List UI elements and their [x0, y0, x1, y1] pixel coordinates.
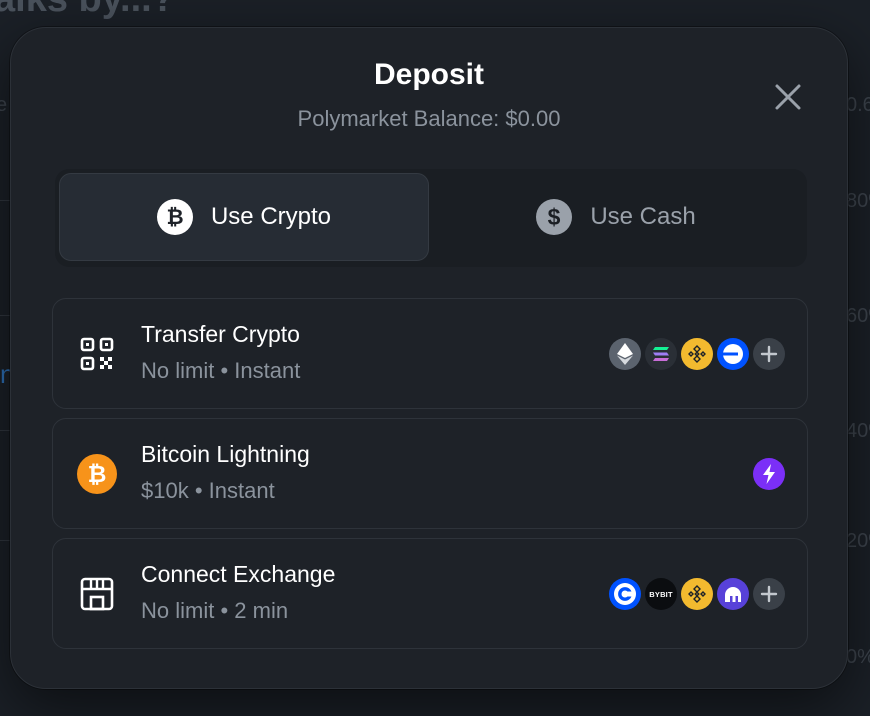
tab-use-cash[interactable]: $ Use Cash	[429, 173, 803, 261]
bybit-logo-text: BYBIT	[649, 589, 673, 599]
background-tick: 0.6	[846, 94, 870, 116]
plus-icon	[753, 338, 785, 370]
coinbase-icon	[609, 578, 641, 610]
background-tick: 80%	[846, 190, 870, 212]
storefront-icon	[80, 577, 114, 611]
background-left-text: e	[0, 94, 8, 116]
tab-label: Use Crypto	[210, 203, 332, 230]
deposit-method-tabs: ₿ Use Crypto $ Use Cash	[55, 169, 807, 267]
option-bitcoin-lightning[interactable]: ₿ Bitcoin Lightning $10k • Instant	[52, 418, 808, 529]
deposit-modal: Deposit Polymarket Balance: $0.00 ₿ Use …	[10, 27, 848, 689]
binance-icon	[681, 578, 713, 610]
option-connect-exchange[interactable]: Connect Exchange No limit • 2 min BYBIT	[52, 538, 808, 649]
background-tick: 60%	[846, 305, 870, 327]
background-link-fragment: n	[0, 359, 15, 389]
background-tick: 0%	[846, 646, 870, 668]
lightning-icon	[753, 458, 785, 490]
dollar-icon: $	[536, 199, 573, 235]
svg-text:₿: ₿	[166, 206, 183, 229]
supported-exchanges: BYBIT	[605, 578, 785, 610]
bnb-icon	[681, 338, 713, 370]
bybit-icon: BYBIT	[645, 578, 677, 610]
option-subtitle: No limit • 2 min	[141, 598, 289, 623]
option-title: Bitcoin Lightning	[141, 441, 310, 467]
close-icon	[775, 84, 801, 110]
background-gridline	[0, 200, 10, 201]
background-tick: 20%	[846, 530, 870, 552]
option-transfer-crypto[interactable]: Transfer Crypto No limit • Instant	[52, 298, 808, 409]
bitcoin-icon: ₿	[156, 199, 193, 235]
option-subtitle: No limit • Instant	[141, 358, 301, 383]
bitcoin-icon: ₿	[77, 454, 117, 494]
supported-chains	[605, 338, 785, 370]
ethereum-icon	[609, 338, 641, 370]
option-title: Connect Exchange	[141, 561, 336, 587]
option-subtitle: $10k • Instant	[141, 478, 275, 503]
tab-use-crypto[interactable]: ₿ Use Crypto	[59, 173, 429, 261]
base-icon	[717, 338, 749, 370]
background-tick: 40%	[846, 420, 870, 442]
background-gridline	[0, 540, 10, 541]
solana-icon	[645, 338, 677, 370]
background-market-title: alks by...?	[0, 0, 175, 21]
plus-icon	[753, 578, 785, 610]
svg-text:$: $	[548, 204, 561, 230]
option-title: Transfer Crypto	[141, 321, 300, 347]
tab-label: Use Cash	[590, 203, 696, 230]
kraken-icon	[717, 578, 749, 610]
close-button[interactable]	[771, 80, 805, 114]
background-gridline	[0, 315, 10, 316]
background-gridline	[0, 430, 10, 431]
modal-title: Deposit	[373, 58, 484, 91]
balance-subtitle: Polymarket Balance: $0.00	[297, 106, 561, 131]
svg-text:₿: ₿	[88, 461, 107, 487]
lightning-badge	[749, 458, 785, 490]
qr-code-icon	[80, 337, 114, 371]
